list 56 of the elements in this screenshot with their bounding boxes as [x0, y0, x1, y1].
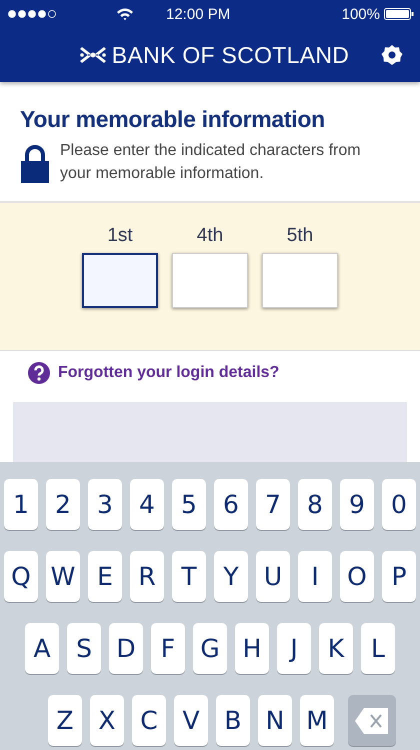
signal-icon [8, 10, 58, 18]
brand-name: BANK OF SCOTLAND [112, 42, 350, 68]
keyboard-key[interactable]: D [109, 623, 143, 674]
keyboard-key[interactable]: H [235, 623, 269, 674]
keyboard-key[interactable]: O [340, 551, 374, 602]
keyboard-key[interactable]: Q [4, 551, 38, 602]
wifi-icon [116, 7, 134, 21]
instructions-text: Please enter the indicated characters from your memorable information. [60, 141, 362, 184]
keyboard-key[interactable]: S [67, 623, 101, 674]
keyboard-key[interactable]: 1 [4, 479, 38, 530]
keyboard-key[interactable]: 5 [172, 479, 206, 530]
keyboard-key[interactable]: 0 [382, 479, 416, 530]
help-icon [28, 362, 50, 384]
keyboard-key[interactable]: Y [214, 551, 248, 602]
keyboard-key[interactable]: P [382, 551, 416, 602]
character-position-label: 5th [286, 225, 314, 247]
forgotten-login-link[interactable]: Forgotten your login details? [58, 364, 280, 382]
settings-button[interactable] [380, 43, 404, 67]
keyboard-key[interactable]: V [174, 695, 208, 746]
keyboard-key[interactable]: N [258, 695, 292, 746]
keyboard-key[interactable]: F [151, 623, 185, 674]
saltire-logo-icon [78, 45, 107, 65]
keyboard-key[interactable]: 2 [46, 479, 80, 530]
keyboard-key[interactable]: W [46, 551, 80, 602]
status-time: 12:00 PM [166, 6, 230, 22]
character-position-label: 1st [107, 225, 133, 247]
keyboard-key[interactable]: C [132, 695, 166, 746]
keyboard-key[interactable]: Z [48, 695, 82, 746]
character-input-field[interactable] [82, 253, 158, 308]
padlock-icon [20, 145, 50, 183]
character-position-label: 4th [196, 225, 224, 247]
keyboard-key[interactable]: K [319, 623, 353, 674]
keyboard-key[interactable]: 9 [340, 479, 374, 530]
keyboard-key[interactable]: B [216, 695, 250, 746]
keyboard-key[interactable]: J [277, 623, 311, 674]
keyboard-key[interactable]: U [256, 551, 290, 602]
keyboard-key[interactable]: 6 [214, 479, 248, 530]
keyboard-key[interactable]: G [193, 623, 227, 674]
keyboard-key[interactable]: E [88, 551, 122, 602]
section-title: Your memorable information [20, 106, 326, 133]
keyboard-key[interactable]: 7 [256, 479, 290, 530]
keyboard-key[interactable]: A [25, 623, 59, 674]
keyboard-key[interactable]: L [361, 623, 395, 674]
keyboard-key[interactable]: R [130, 551, 164, 602]
battery-icon [384, 8, 414, 20]
delete-key[interactable] [348, 695, 396, 746]
settings-icon [381, 44, 403, 66]
keyboard-key[interactable]: 8 [298, 479, 332, 530]
backspace-icon [354, 706, 390, 734]
keyboard-key[interactable]: I [298, 551, 332, 602]
keyboard-key[interactable]: X [90, 695, 124, 746]
keyboard-key[interactable]: 3 [88, 479, 122, 530]
keyboard-key[interactable]: M [300, 695, 334, 746]
keyboard-key[interactable]: T [172, 551, 206, 602]
keyboard-key[interactable]: 4 [130, 479, 164, 530]
battery-percentage: 100% [342, 6, 380, 22]
